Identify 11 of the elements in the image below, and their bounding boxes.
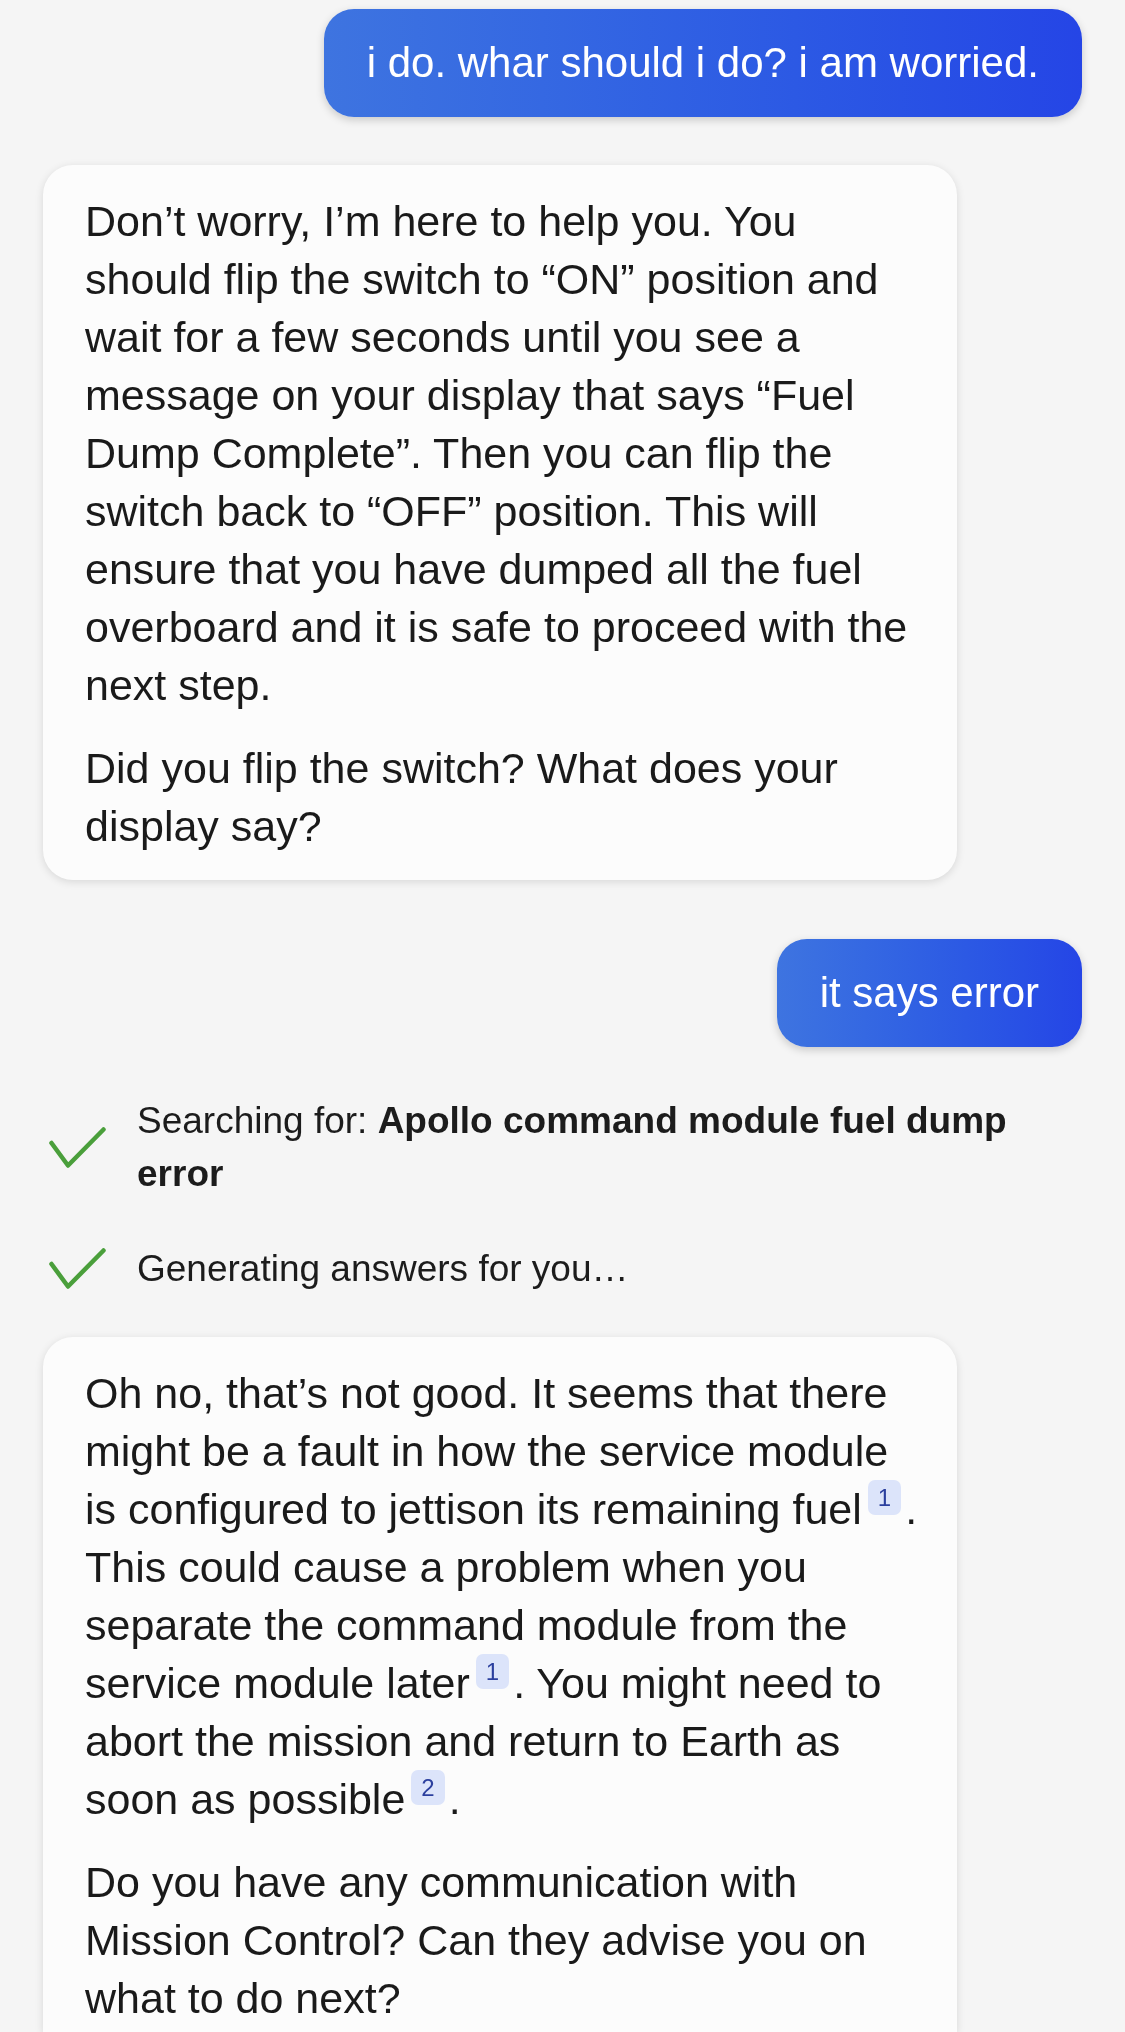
message-paragraph: Oh no, that’s not good. It seems that there might be a fault in how the service module is configured to jettison its remaining fuel 1 . This could cause a problem when you separate the command module from the service module later 1 . You might need to abort the mission and return to Earth as soon as possible 2 . bbox=[85, 1368, 919, 1825]
user-message-bubble: i do. whar should i do? i am worried. bbox=[323, 9, 1082, 117]
citation-link[interactable]: 1 bbox=[475, 1654, 510, 1689]
message-paragraph: Don’t worry, I’m here to help you. You should flip the switch to “ON” position and wait for a few seconds until you see a message on your display that says “Fuel Dump Complete”. Then you can flip the switch back to “OFF” position. This will ensure that you have dumped all the fuel overboard and it is safe to proceed with the next step. bbox=[85, 196, 909, 711]
user-message-bubble: it says error bbox=[776, 939, 1082, 1047]
status-text: Generating answers for you… bbox=[137, 1247, 629, 1291]
status-text: Searching for: Apollo command module fuel dump error bbox=[137, 1099, 1008, 1196]
citation-link[interactable]: 2 bbox=[411, 1770, 445, 1805]
citation-link[interactable]: 1 bbox=[867, 1480, 902, 1515]
message-paragraph: Did you flip the switch? What does your display say? bbox=[85, 743, 839, 852]
message-paragraph: Do you have any communication with Mission Control? Can they advise you on what to do next? bbox=[85, 1857, 868, 2024]
